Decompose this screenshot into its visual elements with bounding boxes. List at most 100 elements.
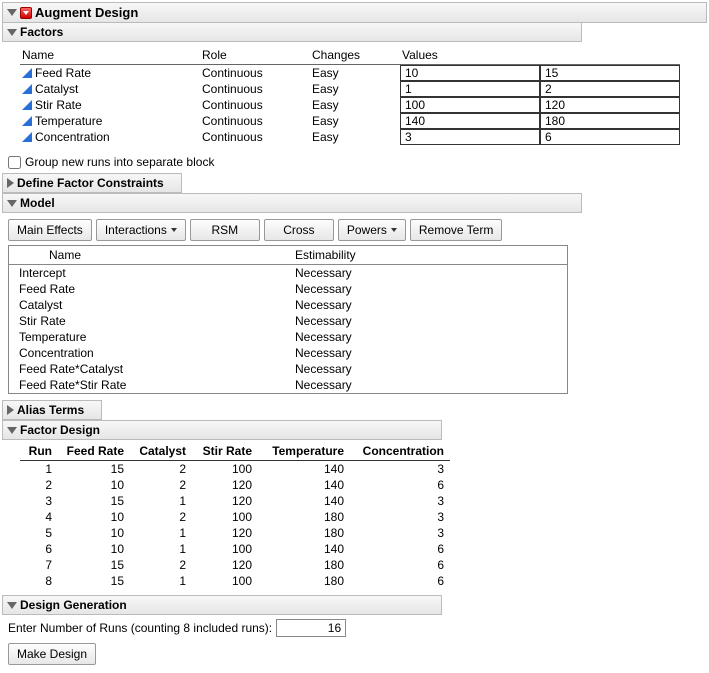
factor-changes[interactable]: Easy <box>310 113 400 129</box>
design-gen-header[interactable]: Design Generation <box>2 595 442 615</box>
factor-value-high[interactable]: 15 <box>540 65 680 81</box>
factor-name[interactable]: Catalyst <box>20 81 200 97</box>
fd-cell: 120 <box>192 477 258 493</box>
make-design-button[interactable]: Make Design <box>8 643 96 665</box>
factor-role[interactable]: Continuous <box>200 81 310 97</box>
continuous-icon <box>22 68 32 78</box>
model-row[interactable]: Concentration Necessary <box>9 345 567 361</box>
fd-cell: 6 <box>350 541 450 557</box>
model-term-estimability: Necessary <box>289 377 567 393</box>
factor-design-title: Factor Design <box>20 423 100 437</box>
group-runs-checkbox[interactable] <box>8 156 21 169</box>
factor-design-panel: RunFeed RateCatalystStir RateTemperature… <box>2 440 707 595</box>
factor-value-high[interactable]: 120 <box>540 97 680 113</box>
factor-role[interactable]: Continuous <box>200 113 310 129</box>
fd-cell: 100 <box>192 461 258 477</box>
continuous-icon <box>22 116 32 126</box>
model-row[interactable]: Catalyst Necessary <box>9 297 567 313</box>
factor-name[interactable]: Feed Rate <box>20 65 200 81</box>
factor-value-low[interactable]: 3 <box>400 129 540 145</box>
fd-cell: 4 <box>20 509 58 525</box>
model-row[interactable]: Feed Rate*Catalyst Necessary <box>9 361 567 377</box>
model-col-estimability: Estimability <box>289 246 567 265</box>
model-row[interactable]: Stir Rate Necessary <box>9 313 567 329</box>
model-term-name: Intercept <box>9 265 289 281</box>
fd-col: Concentration <box>350 442 450 461</box>
interactions-button[interactable]: Interactions <box>96 219 186 241</box>
model-term-name: Concentration <box>9 345 289 361</box>
fd-cell: 180 <box>258 557 350 573</box>
factors-header[interactable]: Factors <box>2 23 582 42</box>
factor-role[interactable]: Continuous <box>200 97 310 113</box>
fd-cell: 180 <box>258 525 350 541</box>
model-col-name: Name <box>9 246 289 265</box>
fd-cell: 100 <box>192 541 258 557</box>
augment-design-header[interactable]: Augment Design <box>2 2 707 23</box>
factors-title: Factors <box>20 25 63 39</box>
model-row[interactable]: Temperature Necessary <box>9 329 567 345</box>
factor-value-low[interactable]: 140 <box>400 113 540 129</box>
model-table: Name Estimability Intercept Necessary Fe… <box>8 245 568 394</box>
factor-value-high[interactable]: 180 <box>540 113 680 129</box>
design-gen-title: Design Generation <box>20 598 127 612</box>
model-row[interactable]: Feed Rate Necessary <box>9 281 567 297</box>
num-runs-input[interactable] <box>276 619 346 637</box>
factor-value-low[interactable]: 10 <box>400 65 540 81</box>
fd-cell: 6 <box>350 557 450 573</box>
factor-changes[interactable]: Easy <box>310 81 400 97</box>
factor-value-low[interactable]: 1 <box>400 81 540 97</box>
disclosure-open-icon <box>7 200 17 207</box>
fd-cell: 15 <box>58 573 130 589</box>
factor-value-low[interactable]: 100 <box>400 97 540 113</box>
fd-cell: 8 <box>20 573 58 589</box>
factor-role[interactable]: Continuous <box>200 129 310 145</box>
factors-col-3: Values <box>400 46 680 65</box>
factor-changes[interactable]: Easy <box>310 65 400 81</box>
disclosure-open-icon <box>7 29 17 36</box>
cross-button[interactable]: Cross <box>264 219 334 241</box>
fd-cell: 1 <box>130 493 192 509</box>
factor-name[interactable]: Concentration <box>20 129 200 145</box>
fd-cell: 6 <box>350 477 450 493</box>
fd-cell: 120 <box>192 557 258 573</box>
factor-design-header[interactable]: Factor Design <box>2 420 442 440</box>
remove-term-button[interactable]: Remove Term <box>410 219 502 241</box>
fd-col: Run <box>20 442 58 461</box>
factor-value-high[interactable]: 2 <box>540 81 680 97</box>
disclosure-closed-icon <box>7 405 14 415</box>
fd-cell: 2 <box>130 509 192 525</box>
alias-header[interactable]: Alias Terms <box>2 400 102 420</box>
fd-cell: 140 <box>258 477 350 493</box>
group-runs-row: Group new runs into separate block <box>2 151 707 173</box>
model-term-name: Feed Rate*Stir Rate <box>9 377 289 393</box>
factor-changes[interactable]: Easy <box>310 97 400 113</box>
model-term-name: Stir Rate <box>9 313 289 329</box>
model-term-name: Catalyst <box>9 297 289 313</box>
disclosure-closed-icon <box>7 178 14 188</box>
factor-value-high[interactable]: 6 <box>540 129 680 145</box>
model-header[interactable]: Model <box>2 193 582 213</box>
factor-name[interactable]: Stir Rate <box>20 97 200 113</box>
fd-cell: 180 <box>258 509 350 525</box>
rsm-button[interactable]: RSM <box>190 219 260 241</box>
fd-cell: 2 <box>130 557 192 573</box>
fd-cell: 5 <box>20 525 58 541</box>
fd-cell: 180 <box>258 573 350 589</box>
model-term-estimability: Necessary <box>289 361 567 377</box>
model-term-estimability: Necessary <box>289 329 567 345</box>
constraints-header[interactable]: Define Factor Constraints <box>2 173 182 193</box>
fd-cell: 10 <box>58 509 130 525</box>
factor-name[interactable]: Temperature <box>20 113 200 129</box>
main-effects-button[interactable]: Main Effects <box>8 219 92 241</box>
model-row[interactable]: Feed Rate*Stir Rate Necessary <box>9 377 567 393</box>
model-row[interactable]: Intercept Necessary <box>9 265 567 281</box>
factor-changes[interactable]: Easy <box>310 129 400 145</box>
model-term-name: Temperature <box>9 329 289 345</box>
red-menu-icon[interactable] <box>20 7 32 19</box>
fd-col: Catalyst <box>130 442 192 461</box>
factor-role[interactable]: Continuous <box>200 65 310 81</box>
powers-button[interactable]: Powers <box>338 219 406 241</box>
augment-design-title: Augment Design <box>35 5 138 20</box>
fd-cell: 1 <box>20 461 58 477</box>
fd-cell: 2 <box>20 477 58 493</box>
